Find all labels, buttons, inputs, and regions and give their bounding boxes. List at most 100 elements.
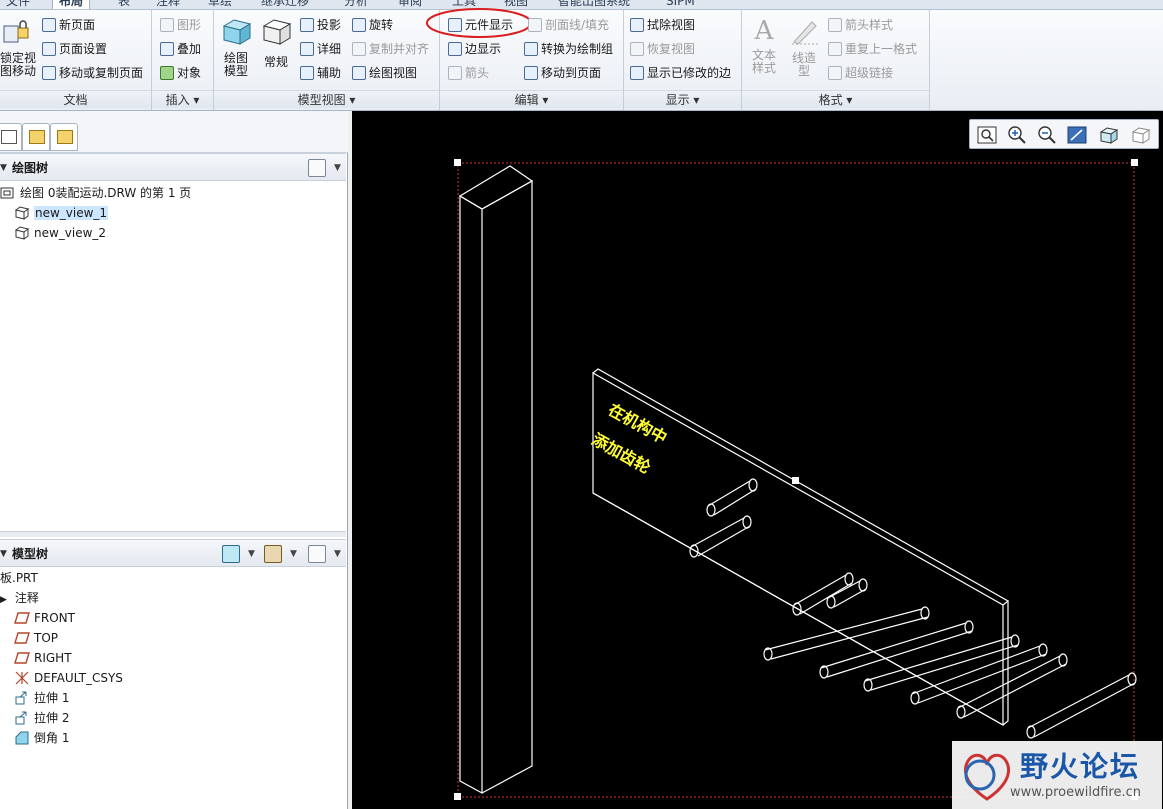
tree-icon <box>1 130 17 144</box>
tab-inheritance[interactable]: 继承迁移 <box>255 0 315 9</box>
tree-item-extrude-1[interactable]: 拉伸 1 <box>14 688 69 708</box>
repaint-icon[interactable] <box>1066 125 1088 145</box>
projection-button[interactable]: 投影 <box>300 15 341 35</box>
tab-layout[interactable]: 布局 <box>52 0 91 9</box>
chevron-down-icon[interactable]: ▼ <box>290 540 297 568</box>
tree-list-icon[interactable] <box>308 159 326 177</box>
zoom-out-icon[interactable] <box>1036 125 1058 145</box>
group-label-model-views[interactable]: 模型视图 ▾ <box>214 90 439 108</box>
refit-icon[interactable] <box>976 125 998 145</box>
page-setup-icon <box>42 42 56 56</box>
tree-item-right[interactable]: RIGHT <box>14 648 72 668</box>
page-setup-button[interactable]: 页面设置 <box>42 39 107 59</box>
restore-view-label: 恢复视图 <box>647 42 696 56</box>
lock-view-icon <box>3 20 29 43</box>
group-label-edit[interactable]: 编辑 ▾ <box>440 90 623 108</box>
view-icon <box>14 226 30 240</box>
tree-item-annotations[interactable]: ▶ 注释 <box>0 588 39 608</box>
group-label-display[interactable]: 显示 ▾ <box>624 90 741 108</box>
extrude-icon <box>15 711 27 725</box>
hyperlink-button[interactable]: 超级链接 <box>828 63 893 83</box>
note-annotation[interactable]: 在机构中 添加齿轮 <box>589 400 671 477</box>
forum-watermark: 野火论坛 www.proewildfire.cn <box>952 741 1162 809</box>
tree-item-top[interactable]: TOP <box>14 628 58 648</box>
group-label-insert[interactable]: 插入 ▾ <box>152 90 213 108</box>
group-edit: 元件显示 剖面线/填充 边显示 转换为绘制组 箭头 移动到页面 编辑 ▾ <box>426 8 624 110</box>
tab-sipm[interactable]: SIPM <box>660 0 701 9</box>
panel-splitter[interactable] <box>0 531 346 537</box>
chevron-down-icon[interactable]: ▼ <box>334 540 341 568</box>
tab-review[interactable]: 审阅 <box>392 0 428 9</box>
settings-tools-icon[interactable] <box>264 545 282 563</box>
drawing-canvas[interactable]: 在机构中 添加齿轮 野火论坛 www.proewildfire.cn <box>352 111 1163 809</box>
drawing-tree-root[interactable]: 绘图 0装配运动.DRW 的第 1 页 <box>0 183 191 203</box>
copy-align-button[interactable]: 复制并对齐 <box>352 39 429 59</box>
group-document: 锁定视 图移动 新页面 页面设置 移动或复制页面 文档 <box>0 10 152 110</box>
expand-triangle-icon[interactable]: ▶ <box>0 595 7 605</box>
edge-display-button[interactable]: 边显示 <box>448 39 501 59</box>
group-label-format[interactable]: 格式 ▾ <box>742 90 929 108</box>
graphics-toolbar <box>969 119 1159 149</box>
erase-view-button[interactable]: 拭除视图 <box>630 15 695 35</box>
tab-table[interactable]: 表 <box>112 0 136 9</box>
tree-item-new-view-1[interactable]: new_view_1 <box>14 203 109 223</box>
tree-item-chamfer-1[interactable]: 倒角 1 <box>14 728 69 748</box>
auxiliary-button[interactable]: 辅助 <box>300 63 341 83</box>
drawing-model-button[interactable]: 绘图 模型 <box>218 16 254 78</box>
selection-handle[interactable] <box>1131 159 1138 166</box>
collapse-triangle-icon[interactable]: ▼ <box>0 540 7 568</box>
tree-item-new-view-2[interactable]: new_view_2 <box>14 223 106 243</box>
tree-item-extrude-2[interactable]: 拉伸 2 <box>14 708 69 728</box>
tree-item-front[interactable]: FRONT <box>14 608 75 628</box>
display-style-icon[interactable] <box>1098 125 1120 145</box>
collapse-triangle-icon[interactable]: ▼ <box>0 154 7 182</box>
chevron-down-icon[interactable]: ▼ <box>334 154 341 182</box>
tab-model-tree-icon[interactable] <box>0 123 22 151</box>
lock-view-move-button[interactable]: 锁定视 图移动 <box>0 16 36 78</box>
object-button[interactable]: 对象 <box>160 63 201 83</box>
model-tree-root-label: 板.PRT <box>0 571 38 585</box>
arrow-button[interactable]: 箭头 <box>448 63 489 83</box>
rotate-button[interactable]: 旋转 <box>352 15 393 35</box>
overlay-button[interactable]: 叠加 <box>160 39 201 59</box>
line-style-button[interactable]: 线造 型 <box>786 16 822 78</box>
move-copy-page-button[interactable]: 移动或复制页面 <box>42 63 143 83</box>
move-to-page-button[interactable]: 移动到页面 <box>524 63 601 83</box>
ribbon-tab-strip: 文件 布局 表 注释 草绘 继承迁移 分析 审阅 工具 视图 智能出图系统 SI… <box>0 0 1163 10</box>
tree-list-icon[interactable] <box>308 545 326 563</box>
repeat-format-icon <box>828 42 842 56</box>
selection-handle[interactable] <box>454 159 461 166</box>
tab-analysis[interactable]: 分析 <box>338 0 374 9</box>
drawing-view-button[interactable]: 绘图视图 <box>352 63 417 83</box>
graphics-button[interactable]: 图形 <box>160 15 201 35</box>
arrow-style-button[interactable]: 箭头样式 <box>828 15 893 35</box>
selection-handle[interactable] <box>454 793 461 800</box>
display-style-icon[interactable] <box>222 545 240 563</box>
section-line-fill-button[interactable]: 剖面线/填充 <box>528 15 609 35</box>
graphics-icon <box>160 18 174 32</box>
chevron-down-icon[interactable]: ▼ <box>248 540 255 568</box>
group-display: 拭除视图 恢复视图 显示已修改的边 显示 ▾ <box>624 10 742 110</box>
new-page-button[interactable]: 新页面 <box>42 15 95 35</box>
tab-smart-drawing[interactable]: 智能出图系统 <box>552 0 636 9</box>
convert-draw-group-button[interactable]: 转换为绘制组 <box>524 39 613 59</box>
tab-favorites-icon[interactable] <box>50 123 78 151</box>
repeat-last-format-label: 重复上一格式 <box>845 42 918 56</box>
model-tree-header[interactable]: ▼ 模型树 ▼ ▼ ▼ <box>0 539 346 567</box>
zoom-in-icon[interactable] <box>1006 125 1028 145</box>
drawing-tree-header[interactable]: ▼ 绘图树 ▼ <box>0 153 346 181</box>
restore-view-button[interactable]: 恢复视图 <box>630 39 695 59</box>
saved-orientations-icon[interactable] <box>1130 125 1152 145</box>
repeat-last-format-button[interactable]: 重复上一格式 <box>828 39 917 59</box>
general-view-button[interactable]: 常规 <box>258 16 294 69</box>
tab-sketch[interactable]: 草绘 <box>202 0 238 9</box>
tab-file[interactable]: 文件 <box>0 0 36 9</box>
model-tree-title: 模型树 <box>12 547 49 561</box>
tab-folder-browser-icon[interactable] <box>22 123 50 151</box>
detail-button[interactable]: 详细 <box>300 39 341 59</box>
model-tree-root[interactable]: 板.PRT <box>0 568 38 588</box>
text-style-button[interactable]: A 文本 样式 <box>746 16 782 75</box>
show-modified-edges-button[interactable]: 显示已修改的边 <box>630 63 731 83</box>
tree-item-default-csys[interactable]: DEFAULT_CSYS <box>14 668 123 688</box>
tab-annotate[interactable]: 注释 <box>150 0 186 9</box>
